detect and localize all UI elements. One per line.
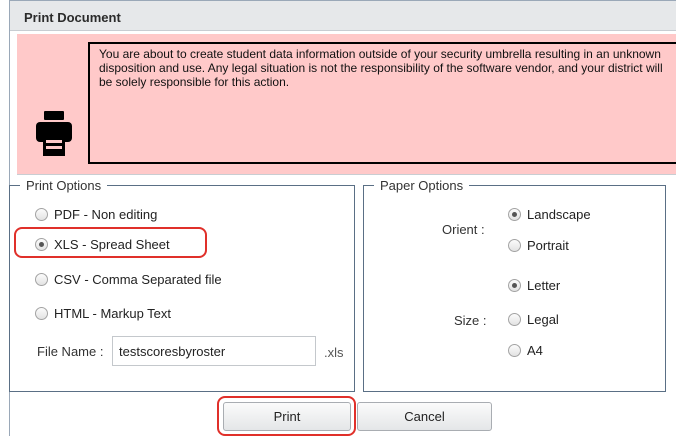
radio-csv[interactable]: CSV - Comma Separated file bbox=[35, 272, 222, 287]
warning-box: You are about to create student data inf… bbox=[88, 42, 676, 164]
divider bbox=[17, 174, 676, 175]
radio-letter[interactable]: Letter bbox=[508, 278, 560, 293]
file-name-label: File Name : bbox=[37, 344, 104, 359]
orient-label: Orient : bbox=[442, 222, 485, 237]
dialog-title: Print Document bbox=[24, 10, 121, 25]
radio-legal-label: Legal bbox=[527, 312, 559, 327]
radio-button[interactable] bbox=[508, 313, 521, 326]
radio-legal[interactable]: Legal bbox=[508, 312, 559, 327]
file-extension: .xls bbox=[324, 345, 344, 360]
radio-csv-label: CSV - Comma Separated file bbox=[54, 272, 222, 287]
radio-landscape-label: Landscape bbox=[527, 207, 591, 222]
radio-portrait[interactable]: Portrait bbox=[508, 238, 569, 253]
radio-portrait-label: Portrait bbox=[527, 238, 569, 253]
radio-button[interactable] bbox=[508, 239, 521, 252]
radio-a4[interactable]: A4 bbox=[508, 343, 543, 358]
radio-landscape[interactable]: Landscape bbox=[508, 207, 591, 222]
radio-html[interactable]: HTML - Markup Text bbox=[35, 306, 171, 321]
radio-letter-label: Letter bbox=[527, 278, 561, 293]
radio-button[interactable] bbox=[35, 208, 48, 221]
radio-pdf-label: PDF - Non editing bbox=[54, 207, 158, 222]
radio-button[interactable] bbox=[508, 344, 521, 357]
print-options-legend: Print Options bbox=[26, 178, 102, 193]
file-name-input[interactable] bbox=[112, 336, 316, 366]
xls-highlight-annotation bbox=[14, 227, 207, 258]
radio-button[interactable] bbox=[35, 307, 48, 320]
printer-icon bbox=[36, 111, 72, 156]
radio-button-checked[interactable] bbox=[508, 279, 521, 292]
radio-pdf[interactable]: PDF - Non editing bbox=[35, 207, 157, 222]
radio-html-label: HTML - Markup Text bbox=[54, 306, 172, 321]
dialog-titlebar: Print Document bbox=[10, 1, 676, 31]
warning-text: You are about to create student data inf… bbox=[99, 47, 663, 89]
radio-button[interactable] bbox=[35, 273, 48, 286]
cancel-button[interactable]: Cancel bbox=[357, 402, 492, 431]
radio-a4-label: A4 bbox=[527, 343, 543, 358]
radio-button-checked[interactable] bbox=[508, 208, 521, 221]
paper-options-legend: Paper Options bbox=[380, 178, 464, 193]
print-button[interactable]: Print bbox=[223, 402, 351, 431]
warning-panel: You are about to create student data inf… bbox=[17, 34, 676, 174]
size-label: Size : bbox=[454, 313, 487, 328]
